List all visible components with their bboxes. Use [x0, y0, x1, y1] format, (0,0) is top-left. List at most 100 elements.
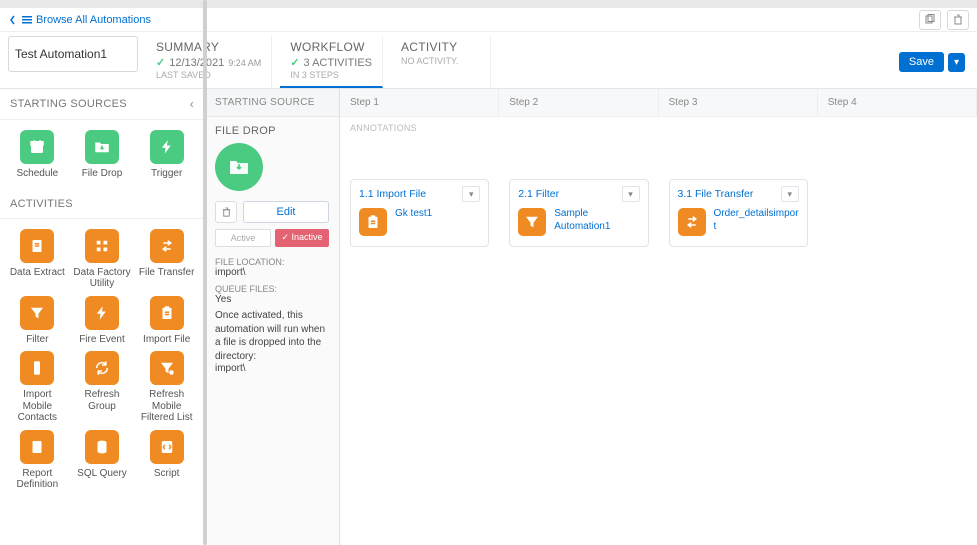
palette-tile-label: Data Factory Utility	[72, 267, 132, 290]
scroll-handle[interactable]	[203, 0, 207, 545]
check-icon: ✓	[290, 56, 299, 69]
activity-name: Sample Automation1	[554, 208, 639, 233]
step-header-4[interactable]: Step 4	[818, 89, 977, 116]
copy-button[interactable]	[919, 10, 941, 30]
queue-files-value: Yes	[215, 294, 329, 305]
step-header-1[interactable]: Step 1	[340, 89, 499, 116]
step-column-4[interactable]	[818, 139, 977, 257]
trash-icon	[952, 14, 964, 26]
step-body-row: 1.1 Import File ▾ Gk test1 2.1 Filter ▾ …	[340, 139, 977, 257]
palette-tile-label: Report Definition	[7, 468, 67, 491]
palette-tile-import-file[interactable]: Import File	[135, 296, 198, 346]
automation-name: Test Automation1	[15, 47, 107, 61]
palette-tile-label: Fire Event	[79, 334, 125, 346]
check-icon: ✓	[156, 56, 165, 69]
sources-section-header[interactable]: STARTING SOURCES ‹	[0, 89, 204, 120]
palette-tile-label: SQL Query	[77, 468, 127, 480]
automation-name-input[interactable]: Test Automation1	[8, 36, 138, 72]
palette-tile-schedule[interactable]: Schedule	[6, 130, 69, 180]
workflow-note: IN 3 STEPS	[290, 70, 372, 80]
workflow-canvas[interactable]: Step 1Step 2Step 3Step 4 ANNOTATIONS 1.1…	[340, 89, 977, 545]
activity-card[interactable]: 3.1 File Transfer ▾ Order_detailsimport	[669, 179, 808, 247]
save-button[interactable]: Save	[899, 52, 944, 72]
palette-tile-sql-query[interactable]: SQL Query	[71, 430, 134, 491]
palette-tile-report-def[interactable]: Report Definition	[6, 430, 69, 491]
step-column-2[interactable]: 2.1 Filter ▾ Sample Automation1	[499, 139, 658, 257]
transfer-icon	[150, 229, 184, 263]
palette-tile-refresh-filtered[interactable]: Refresh Mobile Filtered List	[135, 351, 198, 424]
window-top-strip	[0, 0, 977, 8]
source-edit-button[interactable]: Edit	[243, 201, 329, 223]
status-inactive-chip[interactable]: ✓ Inactive	[275, 229, 329, 247]
chevron-left-icon	[8, 15, 18, 25]
palette-tile-file-transfer[interactable]: File Transfer	[135, 229, 198, 290]
activities-title: ACTIVITIES	[10, 198, 73, 210]
tab-activity-title: ACTIVITY	[401, 40, 480, 54]
queue-files-label: QUEUE FILES:	[215, 284, 329, 294]
step-column-3[interactable]: 3.1 File Transfer ▾ Order_detailsimport	[659, 139, 818, 257]
header: Test Automation1 SUMMARY ✓ 12/13/2021 9:…	[0, 32, 977, 89]
source-description: Once activated, this automation will run…	[215, 309, 329, 363]
activity-card-menu[interactable]: ▾	[622, 186, 640, 202]
funnel-icon	[518, 208, 546, 236]
starting-source-header: STARTING SOURCE	[205, 89, 339, 117]
activity-card[interactable]: 2.1 Filter ▾ Sample Automation1	[509, 179, 648, 247]
script-icon	[150, 430, 184, 464]
step-header-row: Step 1Step 2Step 3Step 4	[340, 89, 977, 117]
step-header-3[interactable]: Step 3	[659, 89, 818, 116]
report-icon	[20, 430, 54, 464]
tab-activity[interactable]: ACTIVITY NO ACTIVITY.	[391, 36, 491, 88]
palette-tile-label: Trigger	[151, 168, 182, 180]
palette-tile-filter[interactable]: Filter	[6, 296, 69, 346]
workflow-sub: 3 ACTIVITIES	[304, 57, 372, 69]
activity-card-menu[interactable]: ▾	[781, 186, 799, 202]
sources-grid: Schedule File Drop Trigger	[0, 120, 204, 190]
palette-tile-data-extract[interactable]: Data Extract	[6, 229, 69, 290]
source-title: FILE DROP	[215, 125, 329, 137]
db-icon	[85, 430, 119, 464]
source-directory: import\	[215, 363, 329, 374]
palette-tile-refresh-group[interactable]: Refresh Group	[71, 351, 134, 424]
activity-name: Order_detailsimport	[714, 208, 799, 233]
palette-tile-label: Filter	[26, 334, 48, 346]
filterlist-icon	[150, 351, 184, 385]
funnel-icon	[20, 296, 54, 330]
source-delete-button[interactable]	[215, 201, 237, 223]
summary-date: 12/13/2021	[169, 57, 224, 69]
clipboard-icon	[359, 208, 387, 236]
save-menu-button[interactable]: ▾	[948, 53, 965, 72]
palette-tile-data-factory[interactable]: Data Factory Utility	[71, 229, 134, 290]
tab-summary[interactable]: SUMMARY ✓ 12/13/2021 9:24 AM LAST SAVED	[146, 36, 272, 88]
doc-icon	[20, 229, 54, 263]
annotations-label: ANNOTATIONS	[340, 117, 977, 139]
palette-panel: STARTING SOURCES ‹ Schedule File Drop Tr…	[0, 89, 205, 545]
activity-card-menu[interactable]: ▾	[462, 186, 480, 202]
activity-card-title: 3.1 File Transfer	[678, 188, 754, 200]
activity-card-title: 2.1 Filter	[518, 188, 559, 200]
palette-tile-import-mobile[interactable]: Import Mobile Contacts	[6, 351, 69, 424]
activities-section-header[interactable]: ACTIVITIES	[0, 190, 204, 219]
step-header-2[interactable]: Step 2	[499, 89, 658, 116]
palette-tile-label: Import Mobile Contacts	[7, 389, 67, 424]
calendar-icon	[20, 130, 54, 164]
palette-tile-label: Script	[154, 468, 180, 480]
transfer-icon	[678, 208, 706, 236]
tab-workflow[interactable]: WORKFLOW ✓ 3 ACTIVITIES IN 3 STEPS	[280, 36, 383, 88]
activity-card[interactable]: 1.1 Import File ▾ Gk test1	[350, 179, 489, 247]
palette-tile-script[interactable]: Script	[135, 430, 198, 491]
palette-tile-label: Data Extract	[10, 267, 65, 279]
palette-tile-filedrop[interactable]: File Drop	[71, 130, 134, 180]
status-active-chip[interactable]: Active	[215, 229, 271, 247]
step-column-1[interactable]: 1.1 Import File ▾ Gk test1	[340, 139, 499, 257]
palette-tile-fire-event[interactable]: Fire Event	[71, 296, 134, 346]
tab-summary-title: SUMMARY	[156, 40, 261, 54]
back-label: Browse All Automations	[36, 14, 151, 26]
palette-tile-label: Import File	[143, 334, 190, 346]
back-to-list-link[interactable]: Browse All Automations	[8, 14, 151, 26]
palette-tile-trigger[interactable]: Trigger	[135, 130, 198, 180]
delete-button[interactable]	[947, 10, 969, 30]
clipboard-icon	[150, 296, 184, 330]
grid4-icon	[85, 229, 119, 263]
phone-icon	[20, 351, 54, 385]
activity-name: Gk test1	[395, 208, 432, 221]
